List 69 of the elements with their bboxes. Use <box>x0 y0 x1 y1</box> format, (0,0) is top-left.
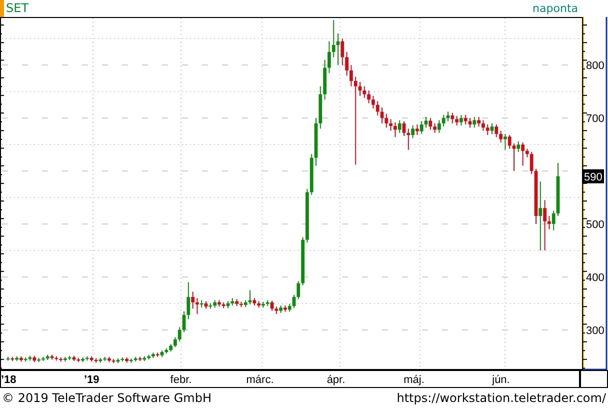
candlestick <box>512 142 516 172</box>
candlestick <box>504 133 507 150</box>
candlestick <box>486 124 490 136</box>
candlestick <box>191 291 194 310</box>
candlestick <box>196 298 199 314</box>
candlestick <box>468 118 472 128</box>
candlestick <box>530 151 534 175</box>
price-tick-label: 400 <box>586 272 604 284</box>
candlestick <box>380 106 384 124</box>
candlestick <box>482 120 485 132</box>
candlestick <box>389 118 392 132</box>
candlestick <box>296 280 300 300</box>
candlestick <box>328 40 331 74</box>
website-link[interactable]: https://workstation.teletrader.com/ <box>396 391 606 405</box>
price-tick-label: 300 <box>586 324 604 337</box>
candlestick <box>472 116 476 128</box>
candlestick <box>490 122 494 134</box>
candlestick <box>384 113 388 128</box>
candlestick <box>450 112 454 124</box>
candlestick <box>477 116 480 128</box>
time-axis-label: febr. <box>170 374 192 386</box>
interval-label[interactable]: naponta <box>532 2 578 15</box>
price-tick-label: 800 <box>586 60 604 72</box>
candlestick <box>354 76 358 166</box>
candlestick <box>367 90 370 104</box>
candlestick <box>428 118 432 130</box>
time-axis-label: ’19 <box>84 374 100 386</box>
candlestick <box>332 20 336 58</box>
candlestick <box>521 142 524 166</box>
candlestick <box>438 120 441 134</box>
candlestick <box>494 124 498 138</box>
time-axis-label: máj. <box>404 374 424 386</box>
candlestick <box>516 140 520 152</box>
candlestick <box>455 115 458 126</box>
time-axis-label: ’18 <box>1 374 16 386</box>
candlestick <box>416 124 419 136</box>
candlestick <box>411 124 414 139</box>
candlestick <box>340 38 344 66</box>
candlestick <box>424 116 428 128</box>
candlestick <box>345 51 348 76</box>
time-axis-label: ápr. <box>326 374 346 386</box>
candlestick <box>548 216 551 230</box>
price-tick-label: 500 <box>586 218 604 231</box>
candlestick <box>350 64 353 87</box>
candlestick <box>420 120 424 134</box>
candlestick <box>538 181 542 251</box>
candlestick <box>442 114 446 128</box>
candlestick <box>499 130 502 143</box>
candlestick <box>376 100 380 116</box>
time-axis-label: márc. <box>246 374 274 386</box>
candlestick <box>460 114 463 126</box>
candlestick <box>508 134 512 150</box>
candlestick <box>433 122 436 134</box>
candlestick <box>362 86 366 98</box>
copyright-text: © 2019 TeleTrader Software GmbH <box>2 391 212 405</box>
candlestick <box>178 326 182 342</box>
candlestick <box>543 200 546 251</box>
candlestick <box>398 120 402 134</box>
candlestick <box>406 128 410 150</box>
candlestick <box>394 122 397 138</box>
candlestick <box>248 290 252 305</box>
last-price-tag: 590 <box>582 169 604 184</box>
time-axis-label: jún. <box>492 374 510 386</box>
price-tick-label: 700 <box>586 113 604 126</box>
candlestick <box>186 282 190 320</box>
candlestick <box>174 336 177 348</box>
candlestick <box>552 210 556 231</box>
candlestick <box>464 114 468 125</box>
candlestick <box>372 95 375 110</box>
